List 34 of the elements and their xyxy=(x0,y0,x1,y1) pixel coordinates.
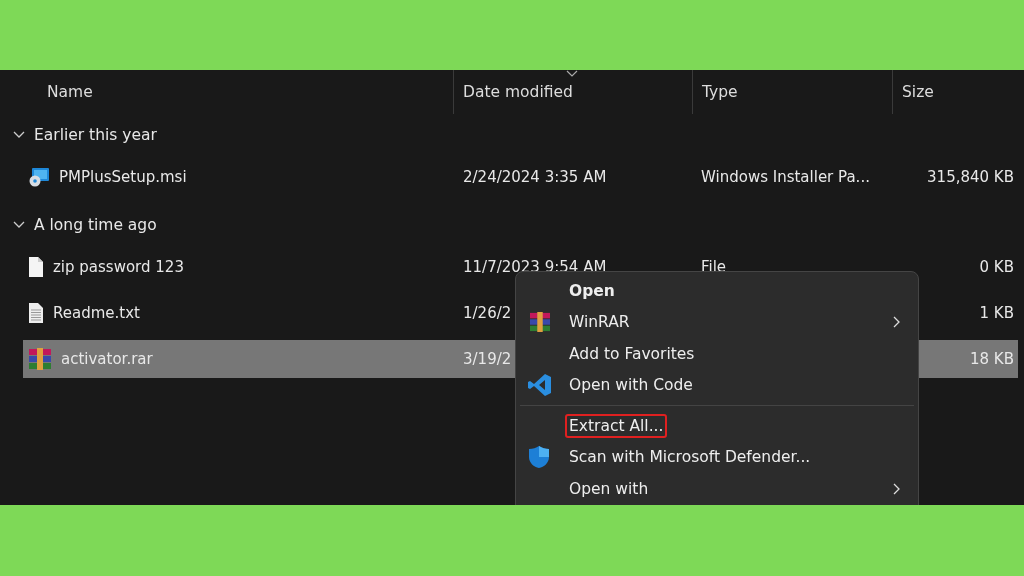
archive-icon xyxy=(528,312,552,333)
date-cell: 3/19/2 xyxy=(463,350,512,368)
code-editor-icon xyxy=(528,373,552,398)
column-header[interactable]: Type xyxy=(702,83,738,101)
column-header[interactable]: Date modified xyxy=(463,83,573,101)
size-cell: 315,840 KB xyxy=(927,168,1014,186)
file-name[interactable]: PMPlusSetup.msi xyxy=(59,168,187,186)
menu-item[interactable]: WinRAR xyxy=(565,310,634,335)
type-cell: Windows Installer Pa... xyxy=(701,168,870,186)
size-cell: 18 KB xyxy=(970,350,1014,368)
menu-item[interactable]: Scan with Microsoft Defender... xyxy=(565,445,815,470)
shield-icon xyxy=(528,445,550,470)
group-heading: Earlier this year xyxy=(34,126,157,144)
group-heading: A long time ago xyxy=(34,216,157,234)
menu-item[interactable]: Open with xyxy=(565,476,653,501)
date-cell: 2/24/2024 3:35 AM xyxy=(463,168,607,186)
document-icon xyxy=(28,256,44,278)
file-name[interactable]: zip password 123 xyxy=(53,258,184,276)
column-header[interactable]: Size xyxy=(902,83,934,101)
archive-icon xyxy=(28,348,52,370)
date-cell: 1/26/2 xyxy=(463,304,512,322)
file-name[interactable]: Readme.txt xyxy=(53,304,140,322)
file-name[interactable]: activator.rar xyxy=(61,350,153,368)
chevron-icon[interactable] xyxy=(13,221,25,229)
installer-icon xyxy=(28,167,50,187)
chevron-icon[interactable] xyxy=(13,131,25,139)
size-cell: 0 KB xyxy=(979,258,1014,276)
menu-item[interactable]: Add to Favorites xyxy=(565,341,699,366)
text-file-icon xyxy=(28,302,44,324)
column-header[interactable]: Name xyxy=(47,83,93,101)
menu-item[interactable]: Extract All... xyxy=(565,413,668,438)
menu-item[interactable]: Open with Code xyxy=(565,373,697,398)
size-cell: 1 KB xyxy=(979,304,1014,322)
menu-item[interactable]: Open xyxy=(565,278,619,303)
